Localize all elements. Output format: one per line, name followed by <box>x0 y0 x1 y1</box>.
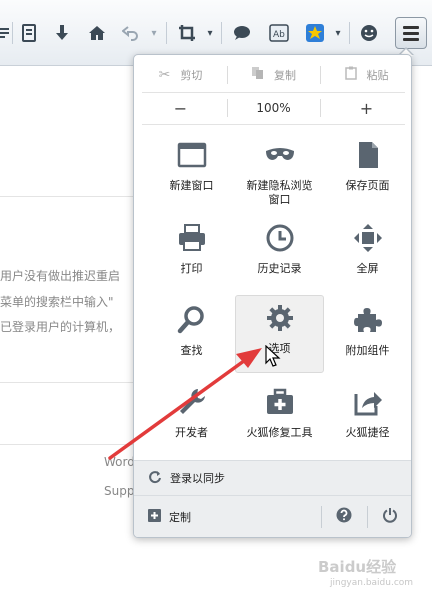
repair-tool-button[interactable]: 火狐修复工具 <box>235 380 324 458</box>
power-icon <box>382 507 398 527</box>
plus-square-icon <box>148 509 161 525</box>
page-divider <box>0 444 133 445</box>
copy-label: 复制 <box>274 69 296 82</box>
paste-label: 粘贴 <box>366 69 389 82</box>
cut-label: 剪切 <box>180 69 203 82</box>
shortcuts-label: 火狐捷径 <box>345 426 390 439</box>
row-divider <box>142 92 405 93</box>
page-divider <box>0 382 133 383</box>
history-button[interactable]: 历史记录 <box>235 216 324 294</box>
new-window-button[interactable]: 新建窗口 <box>147 133 236 211</box>
crop-dropdown-icon[interactable]: ▾ <box>202 20 218 46</box>
sync-icon <box>148 470 162 487</box>
new-window-label: 新建窗口 <box>169 179 214 192</box>
watermark-url: jingyan.baidu.com <box>330 578 414 588</box>
page-text: Word <box>104 455 135 469</box>
zoom-out-button[interactable]: − <box>134 95 227 121</box>
quit-button[interactable] <box>367 496 411 537</box>
page-text: 用户没有做出推迟重启 <box>0 269 121 283</box>
svg-text:Ab: Ab <box>273 30 285 40</box>
menu-footer: 定制 <box>134 496 411 537</box>
toolbar-separator <box>349 22 350 44</box>
chat-icon[interactable] <box>229 20 255 46</box>
help-button[interactable] <box>321 496 367 537</box>
history-label: 历史记录 <box>257 262 302 275</box>
hamburger-icon <box>403 31 419 35</box>
toolbox-icon <box>264 386 296 418</box>
zoom-in-button[interactable]: + <box>320 95 411 121</box>
page-text: 已登录用户的计算机， <box>0 320 121 334</box>
open-menu-button[interactable] <box>395 17 427 49</box>
printer-icon <box>176 222 208 254</box>
magnifier-icon <box>176 304 208 336</box>
page-text: 菜单的搜索栏中输入" <box>0 295 114 309</box>
wrench-icon <box>176 386 208 418</box>
star-bookmark-icon[interactable] <box>302 20 328 46</box>
download-icon[interactable] <box>49 20 75 46</box>
puzzle-icon <box>352 304 384 336</box>
scissors-icon: ✂ <box>158 67 171 83</box>
undo-dropdown-icon[interactable]: ▾ <box>146 20 162 46</box>
save-page-label: 保存页面 <box>345 179 390 192</box>
clock-icon <box>264 222 296 254</box>
private-window-label-line1: 新建隐私浏览 <box>246 179 313 192</box>
paste-button[interactable]: 粘贴 <box>320 61 411 89</box>
home-icon[interactable] <box>84 20 110 46</box>
addons-button[interactable]: 附加组件 <box>323 298 411 376</box>
fullscreen-button[interactable]: 全屏 <box>323 216 411 294</box>
copy-icon <box>251 66 264 84</box>
reader-icon[interactable]: Ab <box>266 20 292 46</box>
new-private-window-button[interactable]: 新建隐私浏览 窗口 <box>235 133 324 211</box>
main-menu-panel: ✂ 剪切 复制 粘贴 − 100% + 新建窗口 新建隐私浏览 窗口 保存页面 … <box>133 54 412 538</box>
mouse-cursor-icon <box>265 345 281 367</box>
crop-icon[interactable] <box>174 20 200 46</box>
find-label: 查找 <box>180 344 203 357</box>
developer-button[interactable]: 开发者 <box>147 380 236 458</box>
mask-icon <box>264 139 296 171</box>
cut-button[interactable]: ✂ 剪切 <box>134 61 227 89</box>
zoom-reset-button[interactable]: 100% <box>227 95 320 121</box>
sign-in-sync-button[interactable]: 登录以同步 <box>134 460 411 496</box>
star-dropdown-icon[interactable]: ▾ <box>330 20 346 46</box>
clipboard-icon <box>344 66 357 84</box>
window-icon <box>176 139 208 171</box>
shortcuts-button[interactable]: 火狐捷径 <box>323 380 411 458</box>
gear-icon <box>264 302 296 334</box>
developer-label: 开发者 <box>175 426 208 439</box>
toolbar-separator <box>221 22 222 44</box>
zoom-controls: − 100% + <box>134 95 411 121</box>
fullscreen-label: 全屏 <box>356 262 379 275</box>
find-button[interactable]: 查找 <box>147 298 236 376</box>
hamburger-icon <box>403 37 419 41</box>
page-text: Supp <box>104 484 135 498</box>
feedback-face-icon[interactable] <box>356 20 382 46</box>
sync-label: 登录以同步 <box>170 472 225 485</box>
undo-icon[interactable] <box>118 20 144 46</box>
page-divider <box>0 196 133 197</box>
save-page-icon <box>352 139 384 171</box>
edit-controls: ✂ 剪切 复制 粘贴 <box>134 61 411 89</box>
print-label: 打印 <box>180 262 203 275</box>
hamburger-icon <box>403 25 419 29</box>
customize-label: 定制 <box>169 511 191 524</box>
copy-button[interactable]: 复制 <box>227 61 320 89</box>
save-page-button[interactable]: 保存页面 <box>323 133 411 211</box>
reading-list-icon[interactable] <box>16 20 42 46</box>
repair-tool-label: 火狐修复工具 <box>246 426 313 439</box>
customize-button[interactable]: 定制 <box>134 509 321 525</box>
toolbar-separator <box>166 22 167 44</box>
watermark-logo: Baidu经验 <box>318 558 397 576</box>
print-button[interactable]: 打印 <box>147 216 236 294</box>
private-window-label-line2: 窗口 <box>268 193 291 206</box>
help-icon <box>336 507 352 527</box>
fullscreen-icon <box>352 222 384 254</box>
toolbar-separator <box>12 22 13 44</box>
row-divider <box>142 124 405 125</box>
addons-label: 附加组件 <box>345 344 390 357</box>
share-icon <box>352 386 384 418</box>
